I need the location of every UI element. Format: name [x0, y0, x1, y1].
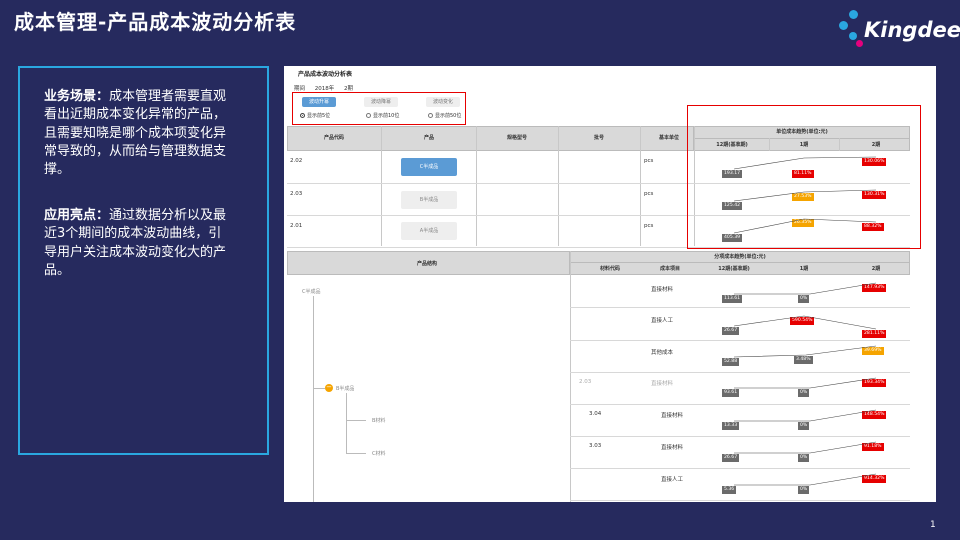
trend-line-cost-7 [734, 473, 877, 486]
trend-line-cost-4 [734, 377, 877, 389]
trend-line-cost-2 [733, 315, 877, 330]
kingdee-logo: Kingdee [836, 8, 960, 50]
trend-line-cost-6 [734, 441, 877, 454]
trend-line-cost-5 [734, 409, 877, 422]
page-title: 成本管理-产品成本波动分析表 [14, 10, 297, 34]
trend-line-cost-1 [734, 282, 877, 295]
logo-dot-icon [849, 10, 858, 19]
scenario-paragraph: 业务场景：成本管理者需要直观看出近期成本变化异常的产品，且需要知晓是哪个成本项变… [44, 88, 234, 179]
logo-text: Kingdee [864, 18, 960, 42]
logo-dot-icon [849, 32, 857, 40]
trend-line-cost-3 [733, 345, 877, 358]
logo-dot-icon [839, 21, 848, 30]
trend-line-row-3 [733, 218, 877, 234]
description-panel: 业务场景：成本管理者需要直观看出近期成本变化异常的产品，且需要知晓是哪个成本项变… [18, 66, 269, 455]
logo-dot-icon [856, 40, 863, 47]
trend-line-row-2 [733, 189, 877, 202]
trend-lines [733, 156, 877, 486]
highlight-label: 应用亮点： [44, 208, 110, 223]
highlight-paragraph: 应用亮点：通过数据分析以及最近3个期间的成本波动曲线，引导用户关注成本波动变化大… [44, 207, 234, 280]
report-screenshot: 产品成本波动分析表 期间 2018年 2期 波动升幂 波动降幂 波动变化 显示前… [284, 66, 936, 502]
trend-line-row-1 [733, 156, 877, 170]
scenario-label: 业务场景： [44, 89, 110, 104]
page-number: 1 [930, 520, 936, 530]
